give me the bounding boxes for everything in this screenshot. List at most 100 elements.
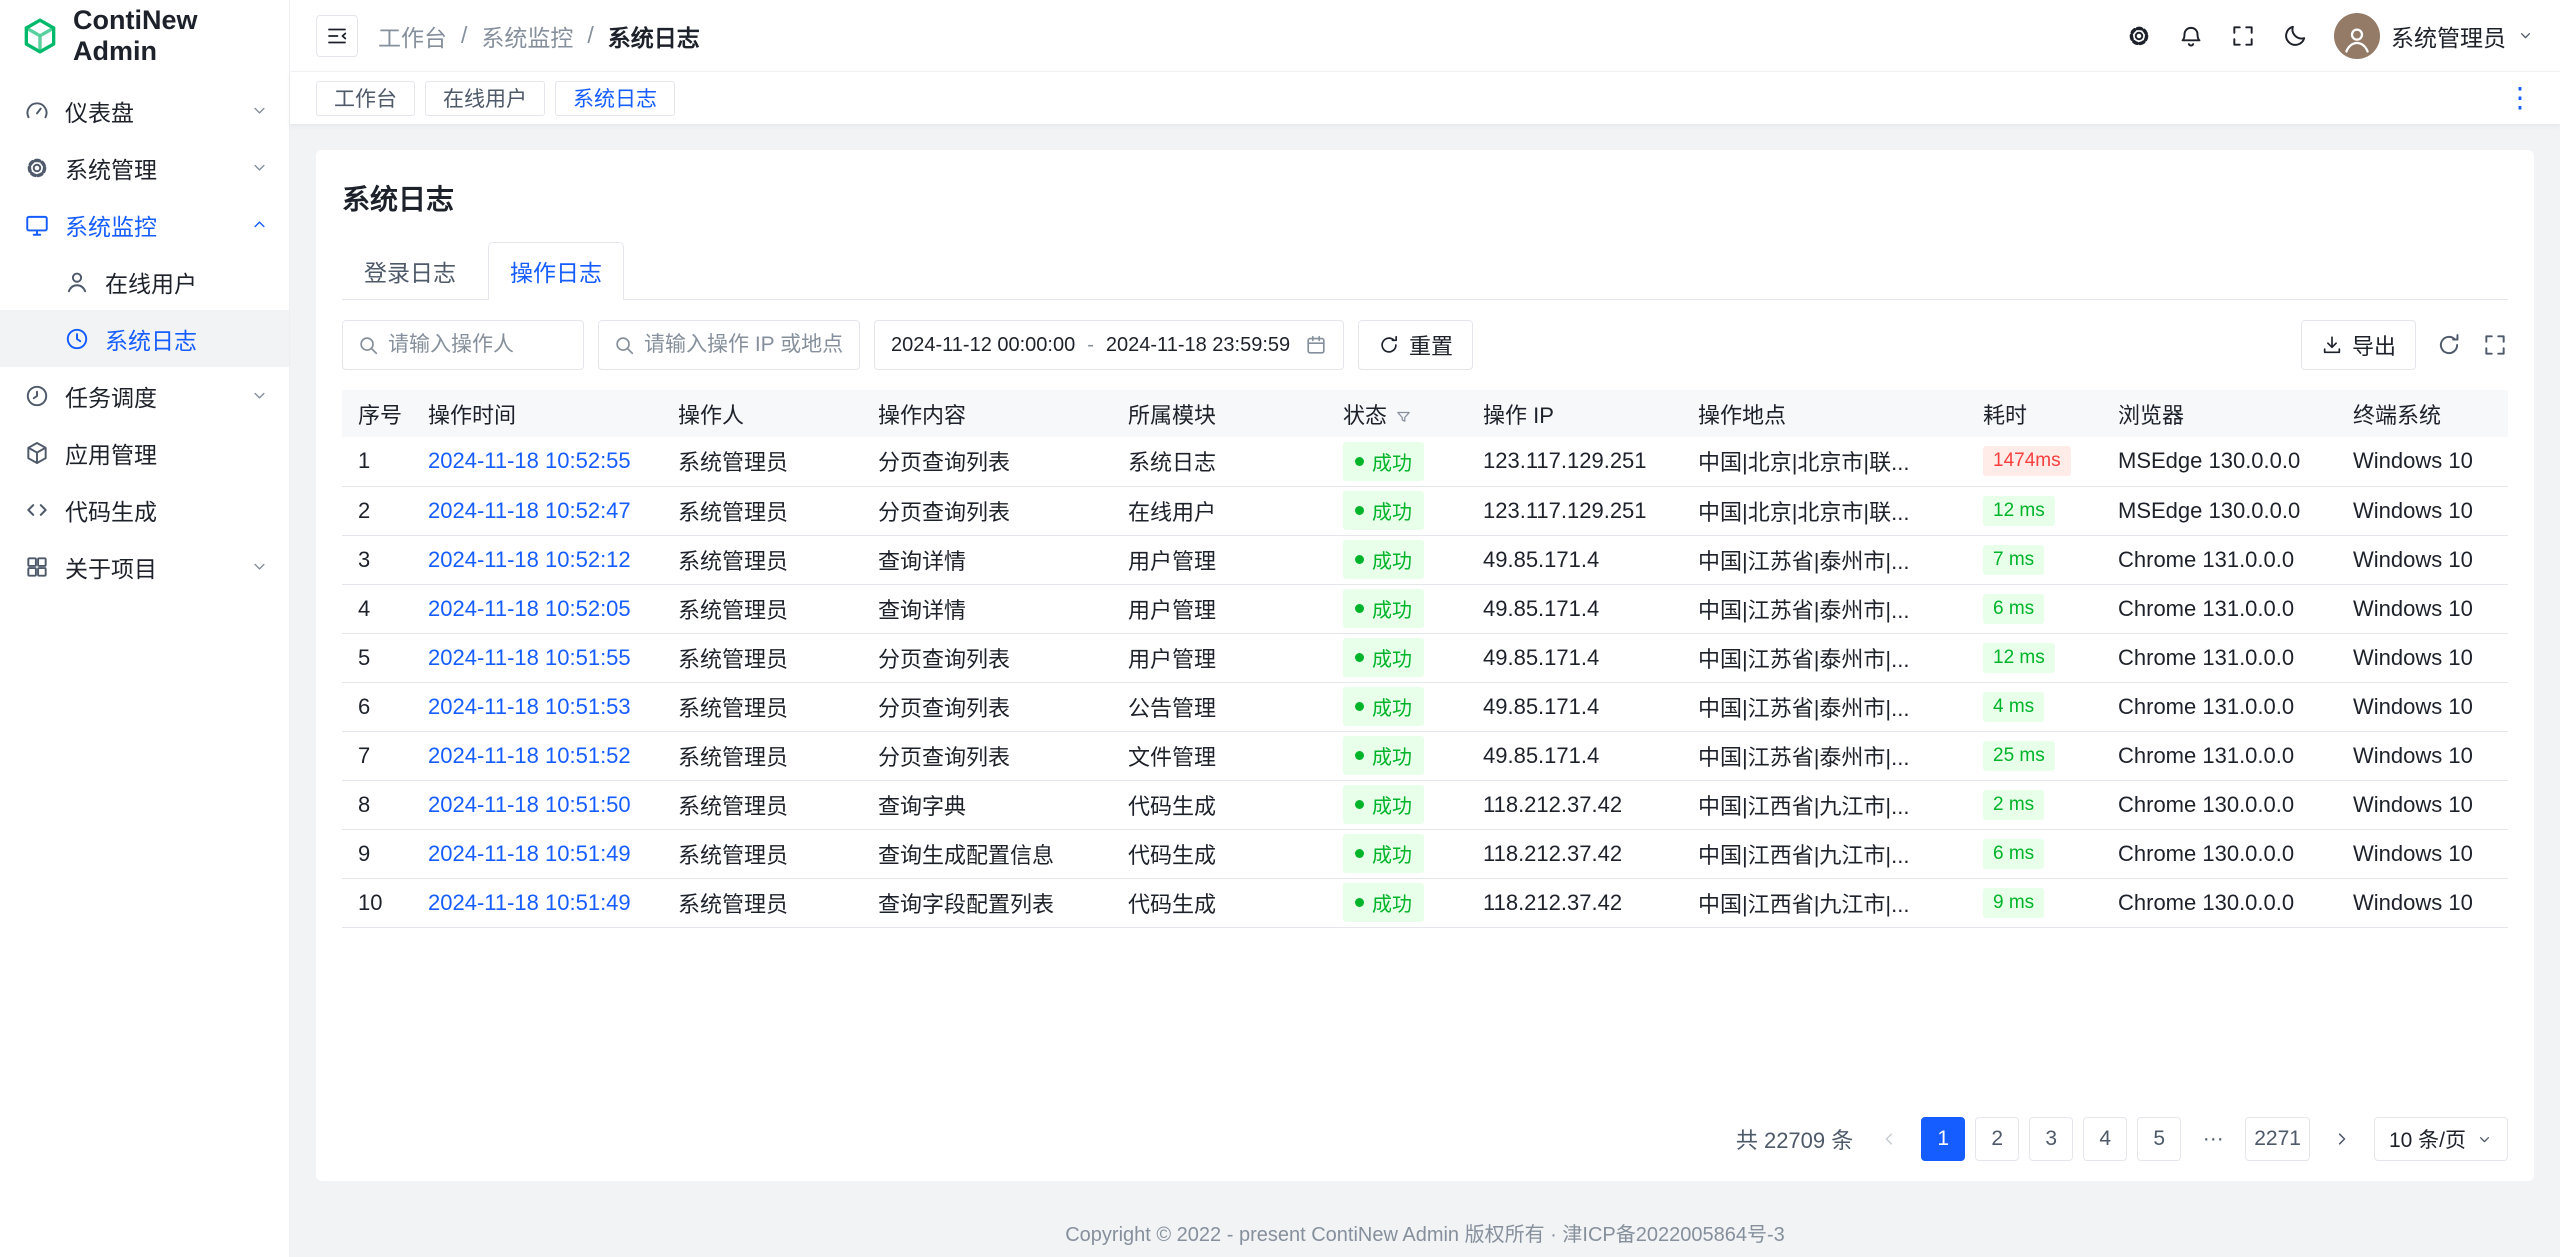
fullscreen-button[interactable] (2230, 23, 2256, 49)
sidebar-item-label: 任务调度 (65, 379, 157, 413)
settings-icon (24, 155, 50, 181)
cell-time-link[interactable]: 2024-11-18 10:52:12 (412, 535, 662, 584)
chevron-down-icon (250, 158, 269, 177)
cell-time-link[interactable]: 2024-11-18 10:51:55 (412, 633, 662, 682)
menu-fold-icon (325, 24, 349, 48)
status-badge: 成功 (1343, 589, 1424, 628)
table-row: 92024-11-18 10:51:49系统管理员查询生成配置信息代码生成成功1… (342, 829, 2508, 878)
download-icon (2321, 334, 2343, 356)
date-separator: - (1087, 334, 1094, 357)
cell-status: 成功 (1327, 633, 1467, 682)
cell-status: 成功 (1327, 878, 1467, 927)
log-tab[interactable]: 登录日志 (342, 242, 478, 300)
column-header: 所属模块 (1112, 390, 1327, 437)
nav-tab[interactable]: 系统日志 (555, 81, 675, 116)
cell-module: 代码生成 (1112, 780, 1327, 829)
cell-status: 成功 (1327, 535, 1467, 584)
page-button[interactable]: 2 (1975, 1117, 2019, 1161)
cell-time-link[interactable]: 2024-11-18 10:51:53 (412, 682, 662, 731)
moon-button[interactable] (2282, 23, 2308, 49)
cell-ip: 49.85.171.4 (1467, 535, 1682, 584)
cell-content: 分页查询列表 (862, 633, 1112, 682)
cell-operator: 系统管理员 (662, 780, 862, 829)
cell-cost: 25 ms (1967, 731, 2102, 780)
status-badge: 成功 (1343, 442, 1424, 481)
cell-os: Windows 10 (2337, 780, 2508, 829)
cell-content: 查询详情 (862, 584, 1112, 633)
table-fullscreen-button[interactable] (2482, 332, 2508, 358)
bell-button[interactable] (2178, 23, 2204, 49)
sidebar-item-dashboard[interactable]: 仪表盘 (0, 82, 289, 139)
cell-status: 成功 (1327, 829, 1467, 878)
breadcrumb-separator: / (587, 22, 593, 49)
date-range-picker[interactable]: 2024-11-12 00:00:00 - 2024-11-18 23:59:5… (874, 320, 1344, 370)
sidebar-item-settings[interactable]: 系统管理 (0, 139, 289, 196)
export-button[interactable]: 导出 (2301, 320, 2416, 370)
cell-module: 用户管理 (1112, 633, 1327, 682)
tab-more-icon[interactable]: ⋮ (2506, 84, 2534, 112)
page-ellipsis[interactable]: ··· (2191, 1117, 2235, 1161)
status-badge: 成功 (1343, 785, 1424, 824)
operator-search-input[interactable] (388, 333, 569, 357)
filter-icon[interactable] (1395, 409, 1412, 426)
cell-ip: 123.117.129.251 (1467, 486, 1682, 535)
reset-label: 重置 (1409, 329, 1453, 361)
app-logo[interactable]: ContiNew Admin (0, 0, 289, 72)
cell-module: 代码生成 (1112, 878, 1327, 927)
next-page-button[interactable] (2320, 1117, 2364, 1161)
last-page-button[interactable]: 2271 (2245, 1117, 2310, 1161)
breadcrumb-item[interactable]: 系统日志 (608, 19, 700, 53)
sidebar: ContiNew Admin 仪表盘系统管理系统监控在线用户系统日志任务调度应用… (0, 0, 290, 1257)
user-menu[interactable]: 系统管理员 (2334, 13, 2534, 59)
reset-button[interactable]: 重置 (1358, 320, 1473, 370)
cell-cost: 7 ms (1967, 535, 2102, 584)
sidebar-item-code[interactable]: 代码生成 (0, 481, 289, 538)
refresh-table-button[interactable] (2436, 332, 2462, 358)
cell-content: 查询字段配置列表 (862, 878, 1112, 927)
cell-time-link[interactable]: 2024-11-18 10:52:05 (412, 584, 662, 633)
page-size-select[interactable]: 10 条/页 (2374, 1117, 2508, 1161)
system-log-card: 系统日志 登录日志操作日志 2024-11-12 00:00:00 - 20 (316, 150, 2534, 1181)
cell-time-link[interactable]: 2024-11-18 10:51:50 (412, 780, 662, 829)
cell-browser: Chrome 131.0.0.0 (2102, 633, 2337, 682)
breadcrumb-item[interactable]: 系统监控 (481, 19, 573, 53)
search-icon (357, 334, 379, 356)
cell-operator: 系统管理员 (662, 829, 862, 878)
operator-search-box[interactable] (342, 320, 584, 370)
breadcrumb-item[interactable]: 工作台 (378, 19, 447, 53)
sidebar-item-schedule[interactable]: 任务调度 (0, 367, 289, 424)
cell-time-link[interactable]: 2024-11-18 10:51:49 (412, 878, 662, 927)
cell-time-link[interactable]: 2024-11-18 10:52:47 (412, 486, 662, 535)
cell-ip: 49.85.171.4 (1467, 731, 1682, 780)
cell-time-link[interactable]: 2024-11-18 10:51:49 (412, 829, 662, 878)
sidebar-item-label: 系统管理 (65, 151, 157, 185)
prev-page-button[interactable] (1867, 1117, 1911, 1161)
cell-content: 分页查询列表 (862, 437, 1112, 486)
settings-button[interactable] (2126, 23, 2152, 49)
cell-time-link[interactable]: 2024-11-18 10:51:52 (412, 731, 662, 780)
column-header: 操作人 (662, 390, 862, 437)
nav-tab[interactable]: 在线用户 (425, 81, 545, 116)
cell-os: Windows 10 (2337, 829, 2508, 878)
page-button[interactable]: 5 (2137, 1117, 2181, 1161)
page-button[interactable]: 3 (2029, 1117, 2073, 1161)
status-badge: 成功 (1343, 638, 1424, 677)
sidebar-subitem-history[interactable]: 系统日志 (0, 310, 289, 367)
sidebar-item-project[interactable]: 关于项目 (0, 538, 289, 595)
cost-badge: 2 ms (1983, 790, 2044, 820)
page-button[interactable]: 1 (1921, 1117, 1965, 1161)
cell-time-link[interactable]: 2024-11-18 10:52:55 (412, 437, 662, 486)
cost-badge: 12 ms (1983, 643, 2055, 673)
sidebar-item-apps[interactable]: 应用管理 (0, 424, 289, 481)
page-button[interactable]: 4 (2083, 1117, 2127, 1161)
sidebar-item-monitor[interactable]: 系统监控 (0, 196, 289, 253)
collapse-sidebar-button[interactable] (316, 15, 358, 57)
cell-module: 用户管理 (1112, 535, 1327, 584)
sidebar-subitem-user[interactable]: 在线用户 (0, 253, 289, 310)
project-icon (24, 554, 50, 580)
ip-search-input[interactable] (644, 333, 845, 357)
ip-search-box[interactable] (598, 320, 860, 370)
nav-tab[interactable]: 工作台 (316, 81, 415, 116)
log-tab[interactable]: 操作日志 (488, 242, 624, 300)
cost-badge: 25 ms (1983, 741, 2055, 771)
